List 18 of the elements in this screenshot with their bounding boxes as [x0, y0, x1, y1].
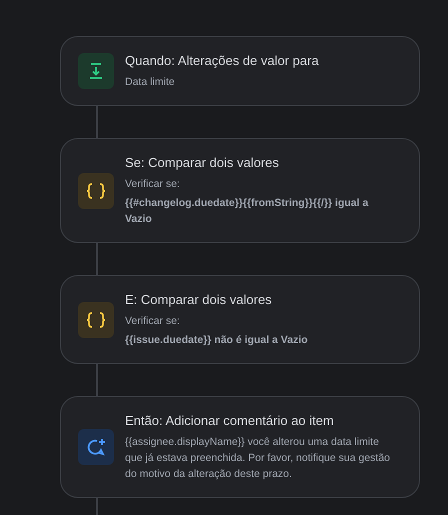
- step-title: Se: Comparar dois valores: [125, 154, 280, 171]
- step-description: Data limite: [125, 75, 176, 90]
- step-card[interactable]: Então: Adicionar comentário ao item {{assignee.displayName}} você alterou uma data limite que já estava preenchida. Por favor, notifique sua gestão do motivo da alteração deste prazo.: [60, 396, 420, 498]
- step-title: Então: Adicionar comentário ao item: [125, 412, 335, 429]
- step-description: Verificar se:: [125, 177, 181, 192]
- step-card[interactable]: E: Comparar dois valores Verificar se: {{issue.duedate}} não é igual a Vazio: [60, 275, 420, 364]
- step-title: E: Comparar dois valores: [125, 291, 273, 308]
- braces-icon: [78, 172, 114, 208]
- step-card[interactable]: Quando: Alterações de valor para Data limite: [60, 36, 420, 106]
- step-description: {{issue.duedate}} não é igual a Vazio: [125, 333, 308, 348]
- braces-icon: [78, 302, 114, 338]
- step-card[interactable]: Se: Comparar dois valores Verificar se: {{#changelog.duedate}}{{fromString}}{{/}} igual a Vazio: [60, 138, 420, 243]
- step-description: {{#changelog.duedate}}{{fromString}}{{/}} igual a Vazio: [125, 196, 370, 227]
- trigger-icon: [78, 53, 114, 89]
- comment-add-icon: [78, 429, 114, 465]
- step-description: {{assignee.displayName}} você alterou uma data limite que já estava preenchida. Por favor, notifique sua gestão do motivo da alteração deste prazo.: [125, 435, 392, 482]
- step-title: Quando: Alterações de valor para: [125, 52, 319, 69]
- step-description: Verificar se:: [125, 314, 181, 329]
